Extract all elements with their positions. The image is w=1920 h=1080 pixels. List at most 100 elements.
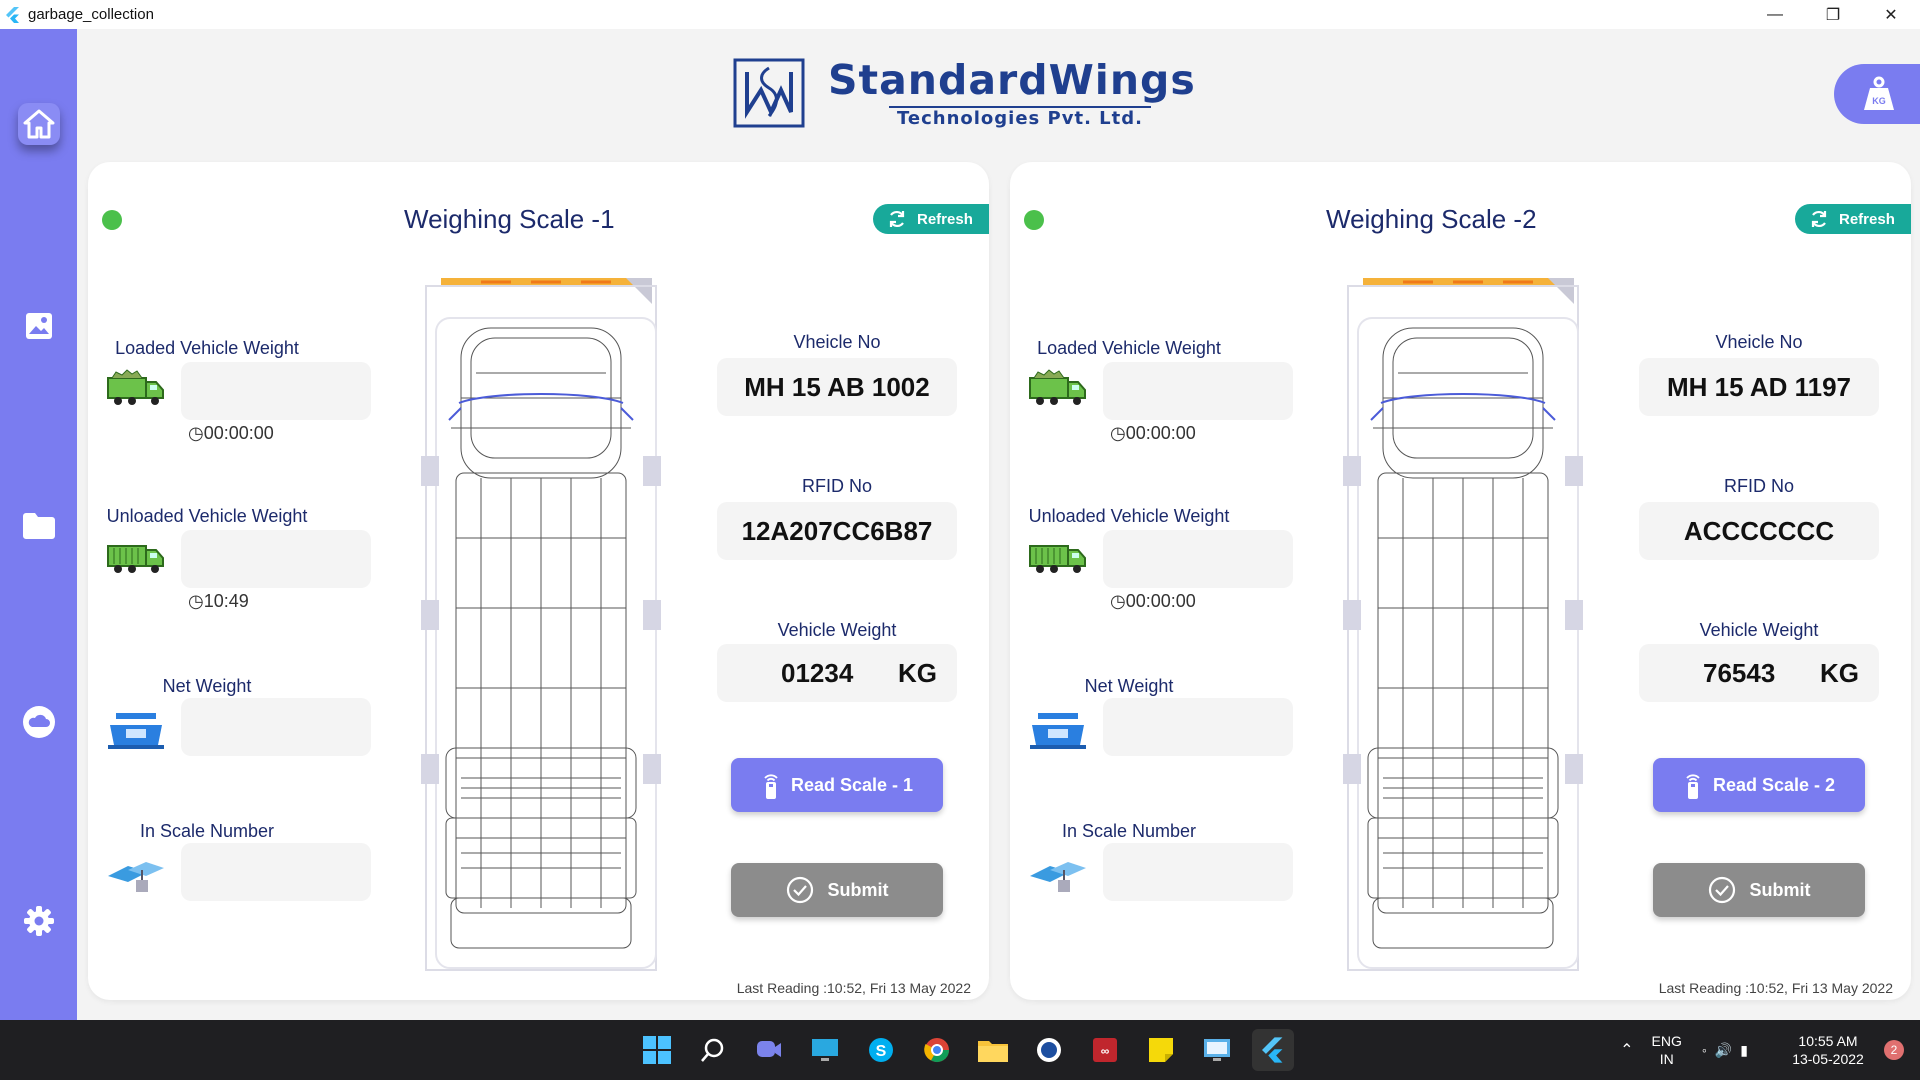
svg-text:∞: ∞: [1101, 1044, 1110, 1058]
loaded-weight-field: [1103, 362, 1293, 420]
unloaded-time: 10:49: [203, 591, 249, 611]
taskbar-app-button[interactable]: [1028, 1029, 1070, 1071]
notification-badge[interactable]: 2: [1884, 1040, 1904, 1060]
image-icon: [25, 313, 52, 339]
start-button[interactable]: [636, 1029, 678, 1071]
sidebar-item-home[interactable]: [18, 103, 60, 145]
folder-icon: [978, 1041, 1008, 1062]
loaded-truck-icon: [1028, 368, 1088, 408]
connection-status-dot: [102, 210, 122, 230]
wifi-icon[interactable]: ◦: [1702, 1042, 1707, 1058]
clock[interactable]: 10:55 AM 13-05-2022: [1778, 1032, 1878, 1068]
rfid-value: 12A207CC6B87: [717, 502, 957, 560]
language-indicator[interactable]: ENG IN: [1652, 1032, 1682, 1068]
svg-text:S: S: [876, 1043, 887, 1060]
submit-button[interactable]: Submit: [1653, 863, 1865, 917]
submit-label: Submit: [1749, 879, 1811, 900]
sidebar-item-settings[interactable]: [0, 891, 77, 951]
refresh-button[interactable]: Refresh: [1795, 204, 1911, 234]
vehicle-topview-diagram: [421, 278, 693, 978]
restore-button[interactable]: ❐: [1804, 0, 1862, 29]
weight-menu-button[interactable]: KG: [1834, 64, 1920, 124]
system-tray: ⌃ ENG IN ◦ 🔊 ▮ 10:55 AM 13-05-2022 2: [1620, 1020, 1920, 1080]
vehicle-weight-box: 76543 KG: [1639, 644, 1879, 702]
home-icon: [23, 109, 55, 139]
taskbar-skype-button[interactable]: S: [860, 1029, 902, 1071]
app-icon: [1037, 1038, 1061, 1062]
taskbar-chrome-button[interactable]: [916, 1029, 958, 1071]
in-scale-number-field: [1103, 843, 1293, 901]
submit-button[interactable]: Submit: [731, 863, 943, 917]
last-reading-text: Last Reading :10:52, Fri 13 May 2022: [1658, 980, 1893, 996]
region-code: IN: [1659, 1051, 1674, 1067]
in-scale-number-label: In Scale Number: [139, 821, 275, 841]
sidebar-item-cloud[interactable]: [0, 692, 77, 752]
taskbar-teams-button[interactable]: [748, 1029, 790, 1071]
brand-subtitle: Technologies Pvt. Ltd.: [889, 106, 1151, 129]
minimize-button[interactable]: —: [1746, 0, 1804, 29]
clock-time: 10:55 AM: [1798, 1033, 1858, 1049]
unloaded-weight-field: [1103, 530, 1293, 588]
close-button[interactable]: ✕: [1862, 0, 1920, 29]
unloaded-timer: ◷00:00:00: [1110, 591, 1196, 611]
loaded-timer: ◷00:00:00: [1110, 423, 1196, 443]
net-weight-field: [181, 698, 371, 756]
weighing-scale-icon: [1028, 711, 1088, 751]
sidebar-item-files[interactable]: [0, 496, 77, 556]
loaded-time: 00:00:00: [203, 423, 274, 443]
volume-icon[interactable]: 🔊: [1715, 1042, 1732, 1059]
read-scale-button[interactable]: Read Scale - 1: [731, 758, 943, 812]
vehicle-topview-diagram: [1343, 278, 1615, 978]
vehicle-weight-value: 76543: [1703, 657, 1776, 688]
last-reading-text: Last Reading :10:52, Fri 13 May 2022: [736, 980, 971, 996]
rfid-reader-icon: [1686, 774, 1700, 799]
standardwings-logo-icon: [733, 58, 805, 128]
settings-icon: [23, 906, 54, 936]
svg-text:KG: KG: [1872, 96, 1886, 106]
refresh-label: Refresh: [1839, 210, 1895, 228]
vehicle-no-label: Vheicle No: [1715, 332, 1803, 352]
read-scale-label: Read Scale - 1: [790, 774, 914, 795]
taskbar-sticky-notes-button[interactable]: [1140, 1029, 1182, 1071]
sidebar-item-gallery[interactable]: [0, 296, 77, 356]
check-circle-icon: [786, 876, 813, 904]
unloaded-timer: ◷10:49: [188, 591, 249, 611]
net-weight-label: Net Weight: [162, 676, 252, 696]
connection-status-dot: [1024, 210, 1044, 230]
folder-icon: [22, 513, 55, 539]
brand-header: StandardWings Technologies Pvt. Ltd.: [733, 56, 1195, 130]
read-scale-button[interactable]: Read Scale - 2: [1653, 758, 1865, 812]
vehicle-weight-label: Vehicle Weight: [777, 620, 897, 640]
vehicle-no-value: MH 15 AD 1197: [1639, 358, 1879, 416]
vehicle-weight-label: Vehicle Weight: [1699, 620, 1819, 640]
rfid-label: RFID No: [801, 476, 872, 496]
submit-label: Submit: [827, 879, 889, 900]
vehicle-weight-unit: KG: [898, 657, 937, 688]
unloaded-weight-field: [181, 530, 371, 588]
rfid-value: ACCCCCCC: [1639, 502, 1879, 560]
panel-title: Weighing Scale -2: [1326, 204, 1537, 234]
loaded-truck-icon: [106, 368, 166, 408]
taskbar-explorer-button[interactable]: [972, 1029, 1014, 1071]
cloud-icon: [22, 706, 55, 738]
taskbar-desktop-button[interactable]: [804, 1029, 846, 1071]
window-titlebar: garbage_collection — ❐ ✕: [0, 0, 1920, 29]
refresh-icon: [1811, 210, 1827, 228]
weighing-scale-icon: [106, 711, 166, 751]
flutter-icon: [1262, 1037, 1283, 1063]
taskbar-arduino-button[interactable]: ∞: [1084, 1029, 1126, 1071]
loaded-timer: ◷00:00:00: [188, 423, 274, 443]
control-panel-icon: [1204, 1039, 1230, 1061]
refresh-button[interactable]: Refresh: [873, 204, 989, 234]
battery-icon[interactable]: ▮: [1740, 1042, 1748, 1059]
show-hidden-icons-chevron-icon[interactable]: ⌃: [1620, 1040, 1633, 1060]
taskbar-flutter-button[interactable]: [1252, 1029, 1294, 1071]
monitor-icon: [812, 1039, 838, 1061]
unloaded-truck-icon: [106, 536, 166, 576]
taskbar-control-panel-button[interactable]: [1196, 1029, 1238, 1071]
clock-date: 13-05-2022: [1792, 1051, 1864, 1067]
taskbar-search-button[interactable]: [692, 1029, 734, 1071]
loaded-weight-label: Loaded Vehicle Weight: [115, 338, 299, 358]
refresh-icon: [889, 210, 905, 228]
windows-logo-icon: [643, 1036, 671, 1064]
